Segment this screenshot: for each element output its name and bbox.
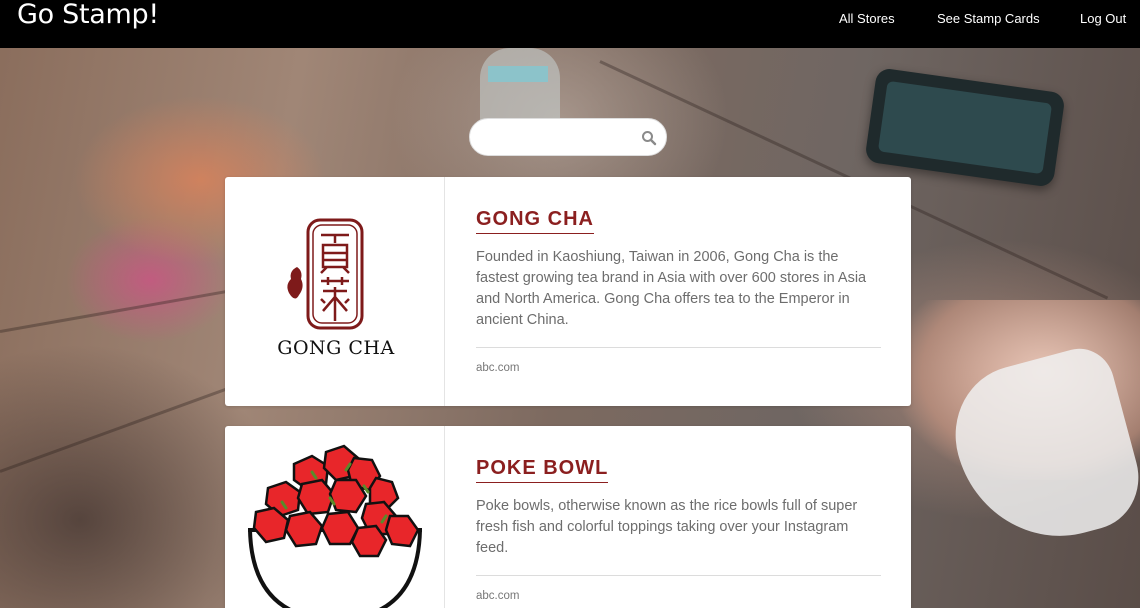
store-website-link[interactable]: abc.com xyxy=(476,362,519,374)
search-input[interactable] xyxy=(484,127,634,149)
store-website-link[interactable]: abc.com xyxy=(476,590,519,602)
store-logo-cell: GONG CHA xyxy=(225,177,445,406)
poke-bowl-logo-icon xyxy=(248,444,422,608)
nav-see-stamp-cards[interactable]: See Stamp Cards xyxy=(937,11,1040,27)
store-card[interactable]: GONG CHA GONG CHA Founded in Kaoshiung, … xyxy=(225,177,911,406)
nav-all-stores[interactable]: All Stores xyxy=(839,11,895,27)
store-description: Poke bowls, otherwise known as the rice … xyxy=(476,498,858,556)
store-description: Founded in Kaoshiung, Taiwan in 2006, Go… xyxy=(476,249,867,328)
search-bar xyxy=(469,118,667,156)
gong-cha-logo-icon xyxy=(287,218,364,330)
brand-logo[interactable]: Go Stamp! xyxy=(17,0,159,30)
store-name[interactable]: POKE BOWL xyxy=(476,457,609,483)
divider xyxy=(476,347,881,348)
store-logo-cell xyxy=(225,426,445,608)
store-card[interactable]: POKE BOWL Poke bowls, otherwise known as… xyxy=(225,426,911,608)
navbar: Go Stamp! All Stores See Stamp Cards Log… xyxy=(0,0,1140,48)
nav-log-out[interactable]: Log Out xyxy=(1080,11,1126,27)
search-icon[interactable] xyxy=(641,130,657,146)
gong-cha-logo-text: GONG CHA xyxy=(277,337,395,359)
store-name[interactable]: GONG CHA xyxy=(476,208,594,234)
divider xyxy=(476,575,881,576)
